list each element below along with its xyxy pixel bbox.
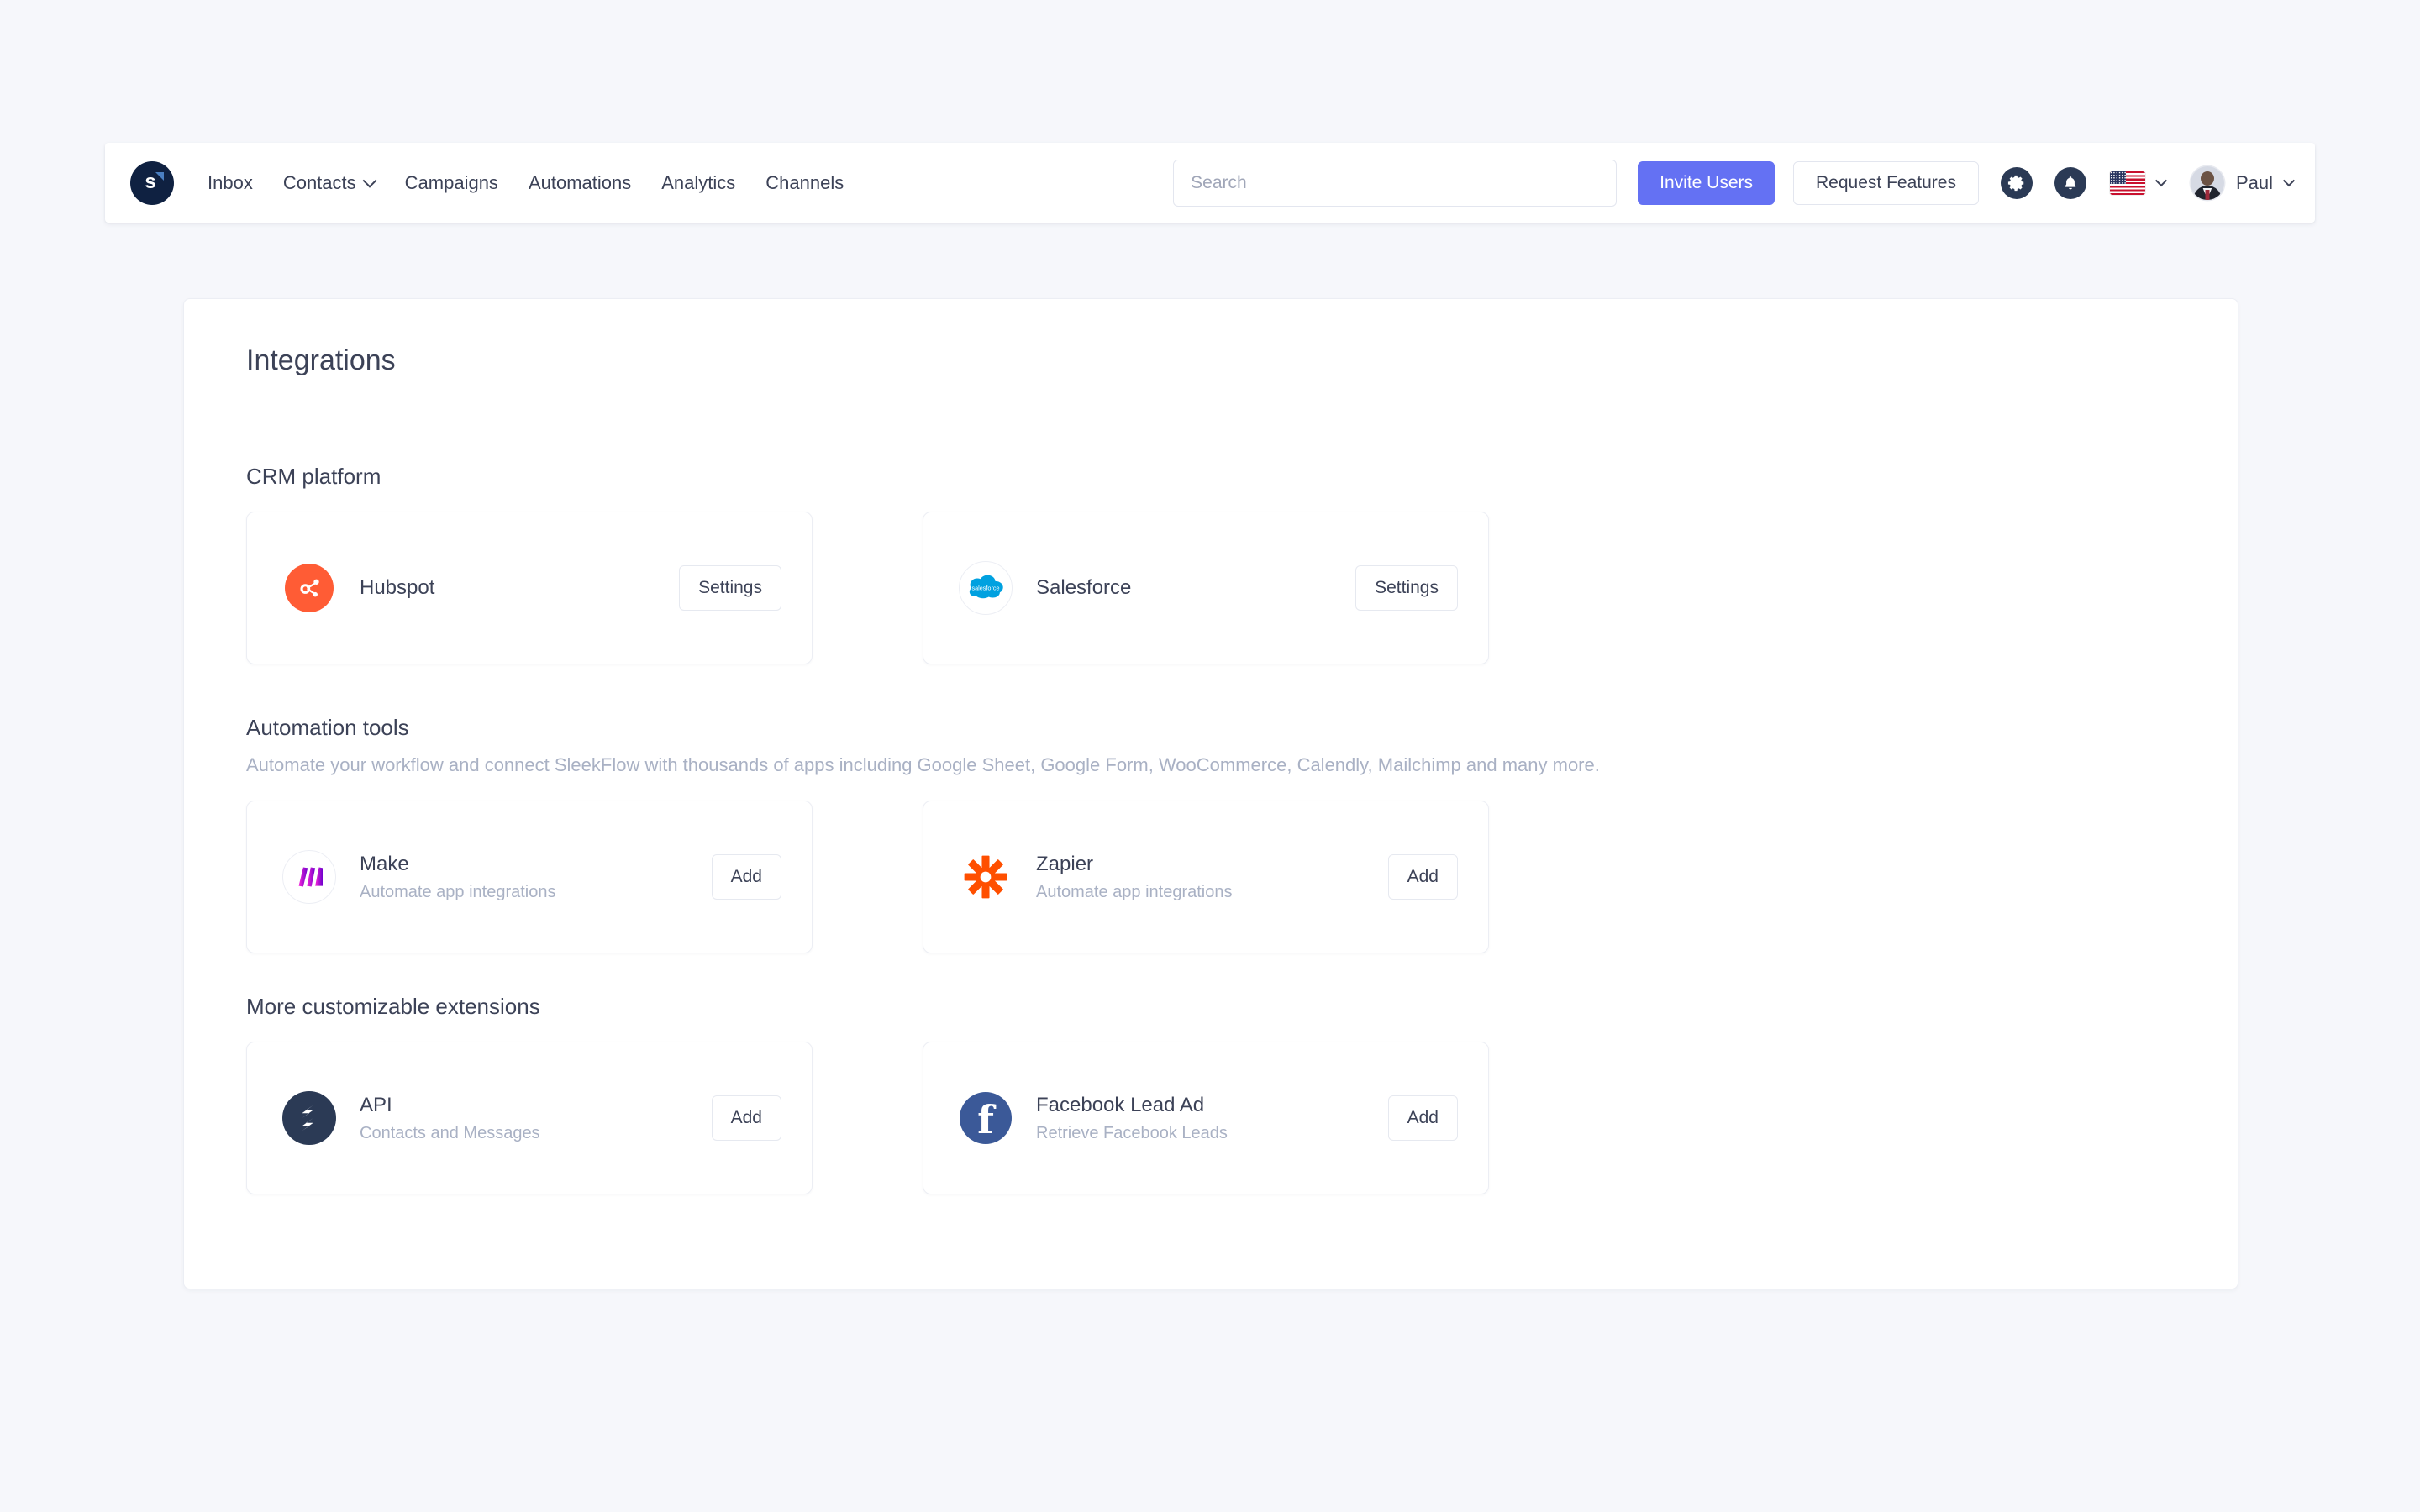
integration-text-hubspot: Hubspot (360, 575, 679, 601)
avatar[interactable] (2190, 165, 2224, 200)
sleekflow-logo-letter: s (145, 170, 156, 193)
nav-item-analytics-label: Analytics (661, 171, 736, 193)
flag-canton (2109, 171, 2126, 184)
avatar-head (2200, 171, 2214, 186)
integration-card-zapier[interactable]: Zapier Automate app integrations Add (923, 800, 1489, 953)
nav-item-inbox-label: Inbox (208, 171, 253, 193)
section-title-automation: Automation tools (246, 715, 409, 740)
integration-name: API (360, 1093, 392, 1116)
section-title-extensions: More customizable extensions (246, 993, 540, 1019)
page-title: Integrations (246, 344, 396, 376)
section-description-automation: Automate your workflow and connect Sleek… (246, 754, 1600, 775)
user-chevron-down-icon[interactable] (2282, 174, 2296, 186)
us-flag-icon[interactable] (2109, 171, 2145, 195)
language-chevron-down-icon[interactable] (2154, 174, 2168, 186)
search-input[interactable] (1173, 159, 1618, 207)
nav-right-cluster: Invite Users Request Features (1173, 159, 2296, 207)
zapier-icon (955, 853, 1016, 901)
facebook-f-glyph: f (977, 1096, 994, 1142)
make-add-button[interactable]: Add (711, 853, 781, 900)
make-icon (279, 849, 339, 904)
integration-name: Salesforce (1036, 576, 1132, 599)
hubspot-settings-button[interactable]: Settings (679, 565, 781, 611)
integration-subtitle: Retrieve Facebook Leads (1036, 1123, 1228, 1142)
integration-text-make: Make Automate app integrations (360, 852, 712, 902)
section-grid-crm: Hubspot Settings salesforce Salesforce S… (246, 512, 2175, 664)
sleekflow-logo[interactable]: s (130, 160, 174, 205)
bell-icon[interactable] (2054, 166, 2086, 199)
integration-name: Make (360, 852, 409, 875)
integration-card-facebook-lead-ad[interactable]: f Facebook Lead Ad Retrieve Facebook Lea… (923, 1041, 1489, 1194)
invite-users-button[interactable]: Invite Users (1638, 160, 1776, 205)
avatar-tie (2205, 189, 2210, 200)
integration-text-api: API Contacts and Messages (360, 1093, 712, 1143)
integrations-panel: Integrations CRM platform Hubspot Settin… (183, 298, 2238, 1289)
sleekflow-logo-triangle (155, 171, 164, 181)
integration-subtitle: Automate app integrations (360, 882, 556, 901)
panel-header: Integrations (184, 299, 2238, 423)
integration-card-hubspot[interactable]: Hubspot Settings (246, 512, 813, 664)
nav-item-campaigns[interactable]: Campaigns (390, 164, 513, 202)
salesforce-settings-button[interactable]: Settings (1355, 565, 1458, 611)
nav-item-contacts-label: Contacts (282, 171, 356, 193)
svg-text:salesforce: salesforce (971, 584, 999, 591)
nav-item-automations-label: Automations (528, 171, 632, 193)
nav-item-channels[interactable]: Channels (750, 164, 859, 202)
api-icon (279, 1090, 339, 1145)
integration-text-salesforce: Salesforce (1036, 575, 1355, 601)
nav-item-channels-label: Channels (765, 171, 844, 193)
integration-name: Facebook Lead Ad (1036, 1093, 1205, 1116)
section-grid-extensions: API Contacts and Messages Add f Facebook… (246, 1041, 2175, 1194)
integration-card-salesforce[interactable]: salesforce Salesforce Settings (923, 512, 1489, 664)
chevron-down-icon (362, 173, 377, 188)
integration-name: Hubspot (360, 576, 435, 599)
integration-subtitle: Automate app integrations (1036, 882, 1233, 901)
integration-card-api[interactable]: API Contacts and Messages Add (246, 1041, 813, 1194)
nav-item-analytics[interactable]: Analytics (646, 164, 750, 202)
integration-card-make[interactable]: Make Automate app integrations Add (246, 800, 813, 953)
user-menu-label: Paul (2235, 171, 2273, 193)
nav-item-automations[interactable]: Automations (513, 164, 646, 202)
integration-text-facebook-lead-ad: Facebook Lead Ad Retrieve Facebook Leads (1036, 1093, 1388, 1143)
zapier-add-button[interactable]: Add (1387, 853, 1458, 900)
integration-name: Zapier (1036, 852, 1094, 875)
app-root: s Inbox Contacts Campaigns Automations A… (0, 0, 2420, 1512)
request-features-button[interactable]: Request Features (1793, 160, 1979, 205)
hubspot-icon (279, 564, 339, 612)
main-nav-links: Inbox Contacts Campaigns Automations Ana… (192, 164, 859, 202)
section-grid-automation: Make Automate app integrations Add Zapie… (246, 800, 2175, 953)
nav-item-campaigns-label: Campaigns (404, 171, 498, 193)
salesforce-icon: salesforce (955, 561, 1016, 615)
top-navigation-bar: s Inbox Contacts Campaigns Automations A… (105, 143, 2315, 223)
facebook-lead-ad-add-button[interactable]: Add (1387, 1095, 1458, 1141)
section-title-crm: CRM platform (246, 464, 381, 489)
integration-text-zapier: Zapier Automate app integrations (1036, 852, 1388, 902)
nav-item-contacts[interactable]: Contacts (268, 164, 390, 202)
integration-subtitle: Contacts and Messages (360, 1123, 540, 1142)
api-add-button[interactable]: Add (711, 1095, 781, 1141)
nav-item-inbox[interactable]: Inbox (192, 164, 268, 202)
facebook-icon: f (955, 1091, 1016, 1144)
gear-icon[interactable] (2000, 166, 2033, 199)
panel-body: CRM platform Hubspot Settings salesforce… (184, 423, 2238, 1194)
